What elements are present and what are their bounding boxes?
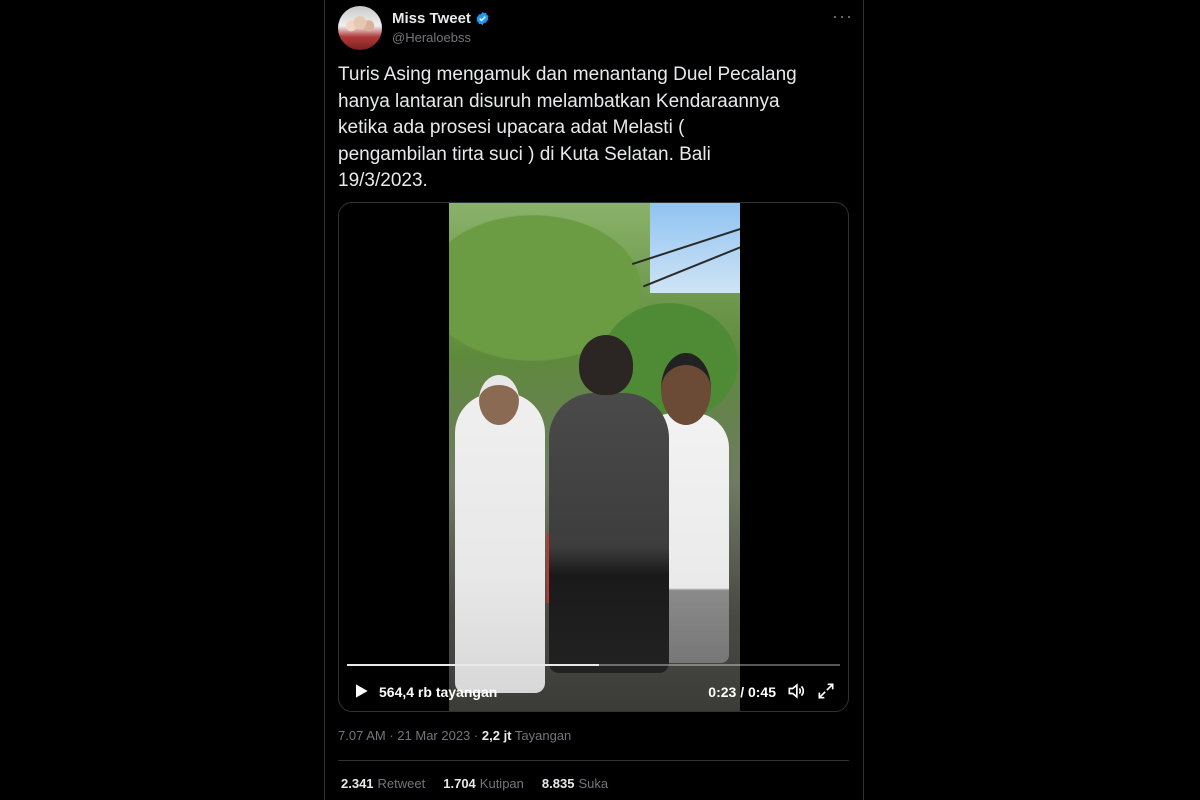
video-player[interactable]: 564,4 rb tayangan 0:23 / 0:45 — [338, 202, 849, 712]
verified-badge-icon — [476, 11, 489, 26]
fullscreen-icon[interactable] — [816, 681, 836, 701]
video-frame[interactable] — [449, 203, 740, 711]
quotes-stat[interactable]: 1.704 Kutipan — [443, 776, 524, 791]
tweet-time[interactable]: 7.07 AM — [338, 728, 386, 743]
video-controls: 564,4 rb tayangan 0:23 / 0:45 — [339, 675, 848, 711]
likes-stat[interactable]: 8.835 Suka — [542, 776, 608, 791]
video-views: 564,4 rb tayangan — [379, 684, 498, 700]
tweet-stats: 2.341 Retweet 1.704 Kutipan 8.835 Suka — [341, 776, 608, 791]
author-handle[interactable]: @Heraloebss — [392, 30, 471, 45]
video-scene-head — [479, 375, 519, 425]
avatar[interactable] — [338, 6, 382, 50]
divider — [338, 760, 849, 761]
play-icon[interactable] — [351, 681, 371, 701]
likes-count: 8.835 — [541, 776, 575, 791]
video-scene-head — [661, 353, 711, 425]
tweet-views-count: 2,2 jt — [481, 728, 512, 743]
author-name[interactable]: Miss Tweet — [392, 10, 471, 27]
video-scene-head — [579, 335, 633, 395]
likes-label: Suka — [578, 776, 609, 791]
meta-separator: · — [389, 728, 394, 743]
volume-icon[interactable] — [786, 681, 806, 701]
meta-separator: · — [473, 728, 479, 743]
tweet-date[interactable]: 21 Mar 2023 — [397, 728, 470, 743]
video-scene-person — [455, 393, 545, 693]
tweet-views-label: Tayangan — [514, 728, 572, 743]
retweets-stat[interactable]: 2.341 Retweet — [341, 776, 425, 791]
author-name-row: Miss Tweet — [392, 10, 490, 27]
tweet-text: Turis Asing mengamuk dan menantang Duel … — [338, 64, 797, 191]
quotes-count: 1.704 — [443, 776, 476, 791]
retweets-count: 2.341 — [341, 776, 374, 791]
video-time: 0:23 / 0:45 — [708, 684, 776, 700]
video-progress-bar[interactable] — [347, 664, 840, 666]
video-scene-person — [549, 393, 669, 673]
tweet-meta: 7.07 AM · 21 Mar 2023 · 2,2 jt Tayangan — [338, 728, 571, 743]
quotes-label: Kutipan — [479, 776, 524, 791]
video-scene-sky — [650, 203, 740, 293]
more-dots-icon[interactable]: ··· — [832, 6, 853, 27]
retweets-label: Retweet — [377, 776, 426, 791]
video-progress-fill — [347, 664, 599, 666]
